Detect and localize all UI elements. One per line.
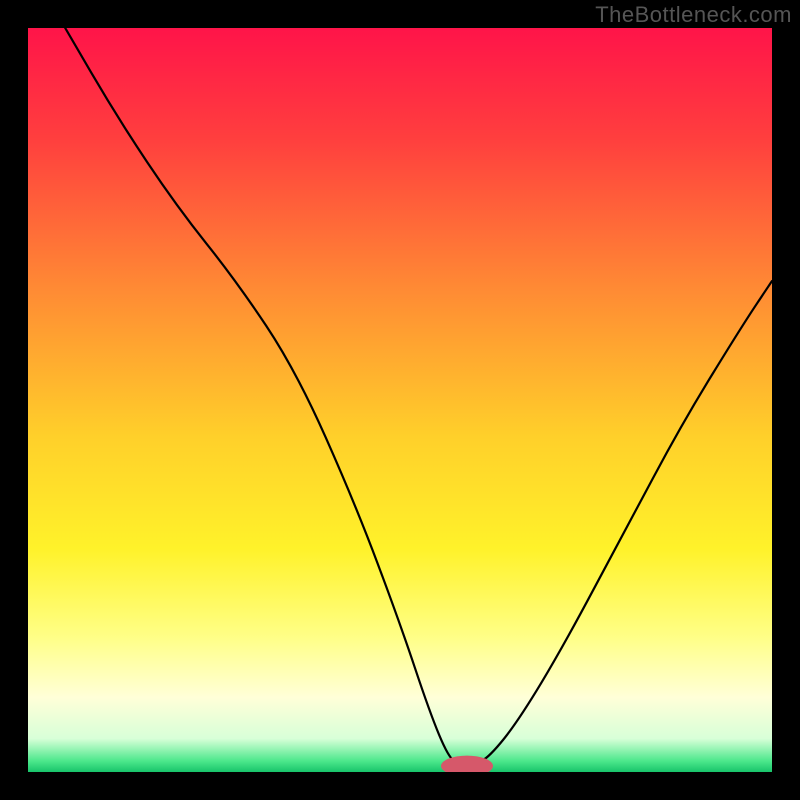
watermark-text: TheBottleneck.com [595,2,792,28]
plot-area [28,28,772,772]
chart-svg [28,28,772,772]
gradient-background [28,28,772,772]
chart-frame: TheBottleneck.com [0,0,800,800]
